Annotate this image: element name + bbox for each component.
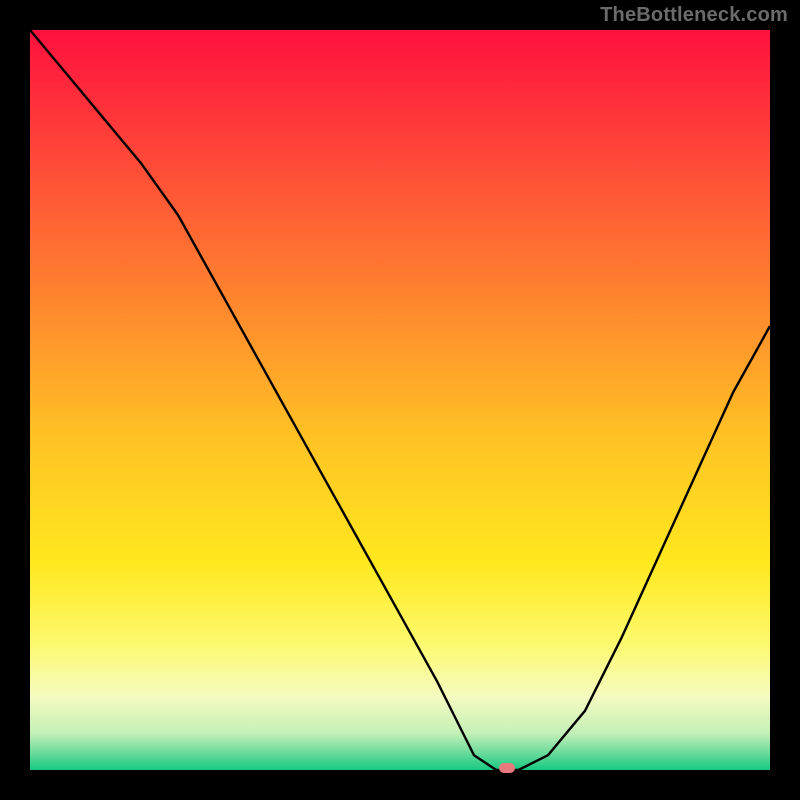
chart-container: TheBottleneck.com	[0, 0, 800, 800]
watermark-text: TheBottleneck.com	[600, 4, 788, 27]
gradient-background	[30, 30, 770, 770]
optimal-marker	[499, 763, 515, 773]
